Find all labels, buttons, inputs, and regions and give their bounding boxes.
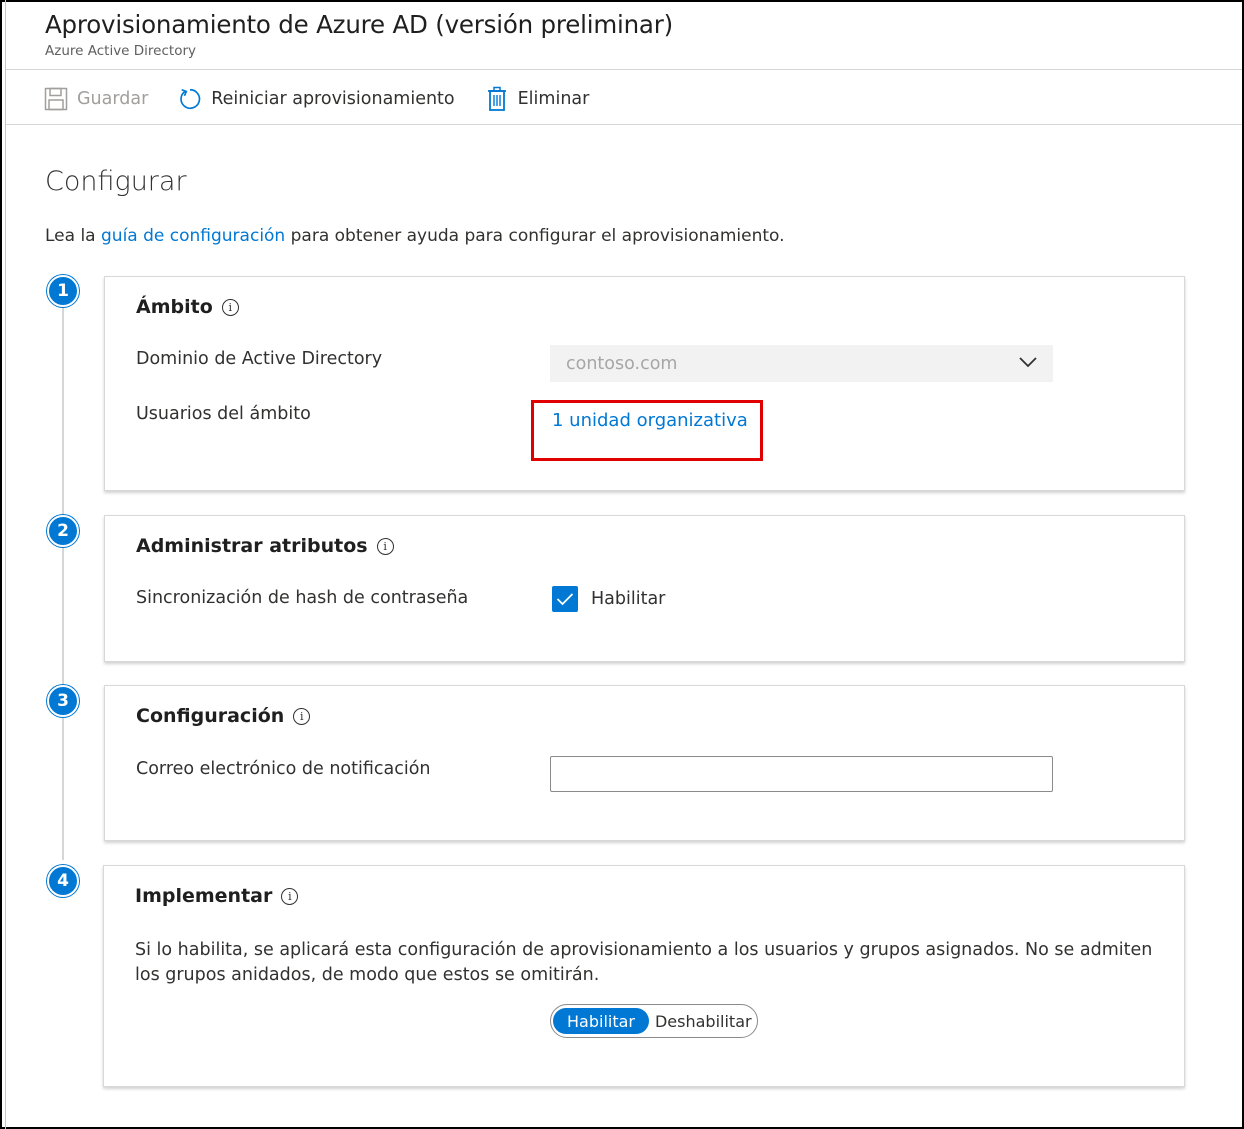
trash-icon (485, 86, 509, 112)
enable-checkbox-label: Habilitar (591, 589, 666, 609)
deploy-title: Implementar i (135, 885, 299, 907)
checkmark-icon (556, 593, 574, 606)
highlight-box (531, 400, 763, 461)
intro-text: Lea la guía de configuración para obtene… (45, 226, 785, 246)
steps-timeline (62, 300, 64, 860)
toggle-disable-option[interactable]: Deshabilitar (649, 1008, 758, 1034)
settings-card: Configuración i Correo electrónico de no… (104, 685, 1185, 841)
restart-label: Reiniciar aprovisionamiento (211, 89, 455, 109)
manage-attributes-title: Administrar atributos i (136, 535, 394, 557)
domain-dropdown[interactable]: contoso.com (550, 345, 1053, 382)
scoped-users-label: Usuarios del ámbito (136, 404, 311, 424)
step-badge-3: 3 (47, 685, 79, 717)
save-icon (44, 86, 68, 112)
scope-title: Ámbito i (136, 296, 239, 318)
blade-subtitle: Azure Active Directory (45, 43, 196, 59)
info-icon[interactable]: i (221, 298, 239, 316)
password-hash-checkbox[interactable] (552, 586, 578, 612)
deploy-description: Si lo habilita, se aplicará esta configu… (135, 940, 1153, 985)
deploy-toggle[interactable]: Habilitar Deshabilitar (550, 1004, 758, 1038)
header-divider (6, 69, 1242, 70)
save-label: Guardar (77, 89, 149, 109)
chevron-down-icon (1019, 357, 1037, 368)
info-icon[interactable]: i (376, 537, 394, 555)
domain-label: Dominio de Active Directory (136, 349, 383, 369)
left-edge (0, 0, 6, 1129)
refresh-icon (178, 86, 202, 112)
info-icon[interactable]: i (281, 887, 299, 905)
notification-email-input[interactable] (550, 756, 1053, 792)
delete-button[interactable]: Eliminar (485, 84, 590, 114)
configuration-guide-link[interactable]: guía de configuración (101, 226, 285, 246)
page-title: Configurar (45, 166, 187, 197)
info-icon[interactable]: i (293, 707, 311, 725)
notification-email-label: Correo electrónico de notificación (136, 759, 431, 779)
save-button[interactable]: Guardar (44, 84, 148, 114)
step-badge-4: 4 (47, 865, 79, 897)
command-bar: Guardar Reiniciar aprovisionamiento Elim… (44, 84, 619, 114)
blade-title: Aprovisionamiento de Azure AD (versión p… (45, 10, 673, 39)
deploy-card: Implementar i Si lo habilita, se aplicar… (103, 865, 1185, 1087)
domain-value: contoso.com (566, 353, 678, 374)
scope-card: Ámbito i Dominio de Active Directory con… (104, 276, 1185, 491)
toolbar-divider (6, 124, 1242, 125)
settings-title: Configuración i (136, 705, 311, 727)
manage-attributes-card: Administrar atributos i Sincronización d… (104, 515, 1185, 662)
delete-label: Eliminar (517, 89, 590, 109)
step-badge-2: 2 (47, 515, 79, 547)
toggle-enable-option[interactable]: Habilitar (553, 1008, 649, 1034)
step-badge-1: 1 (47, 275, 79, 307)
restart-provisioning-button[interactable]: Reiniciar aprovisionamiento (178, 84, 455, 114)
password-hash-label: Sincronización de hash de contraseña (136, 588, 469, 608)
